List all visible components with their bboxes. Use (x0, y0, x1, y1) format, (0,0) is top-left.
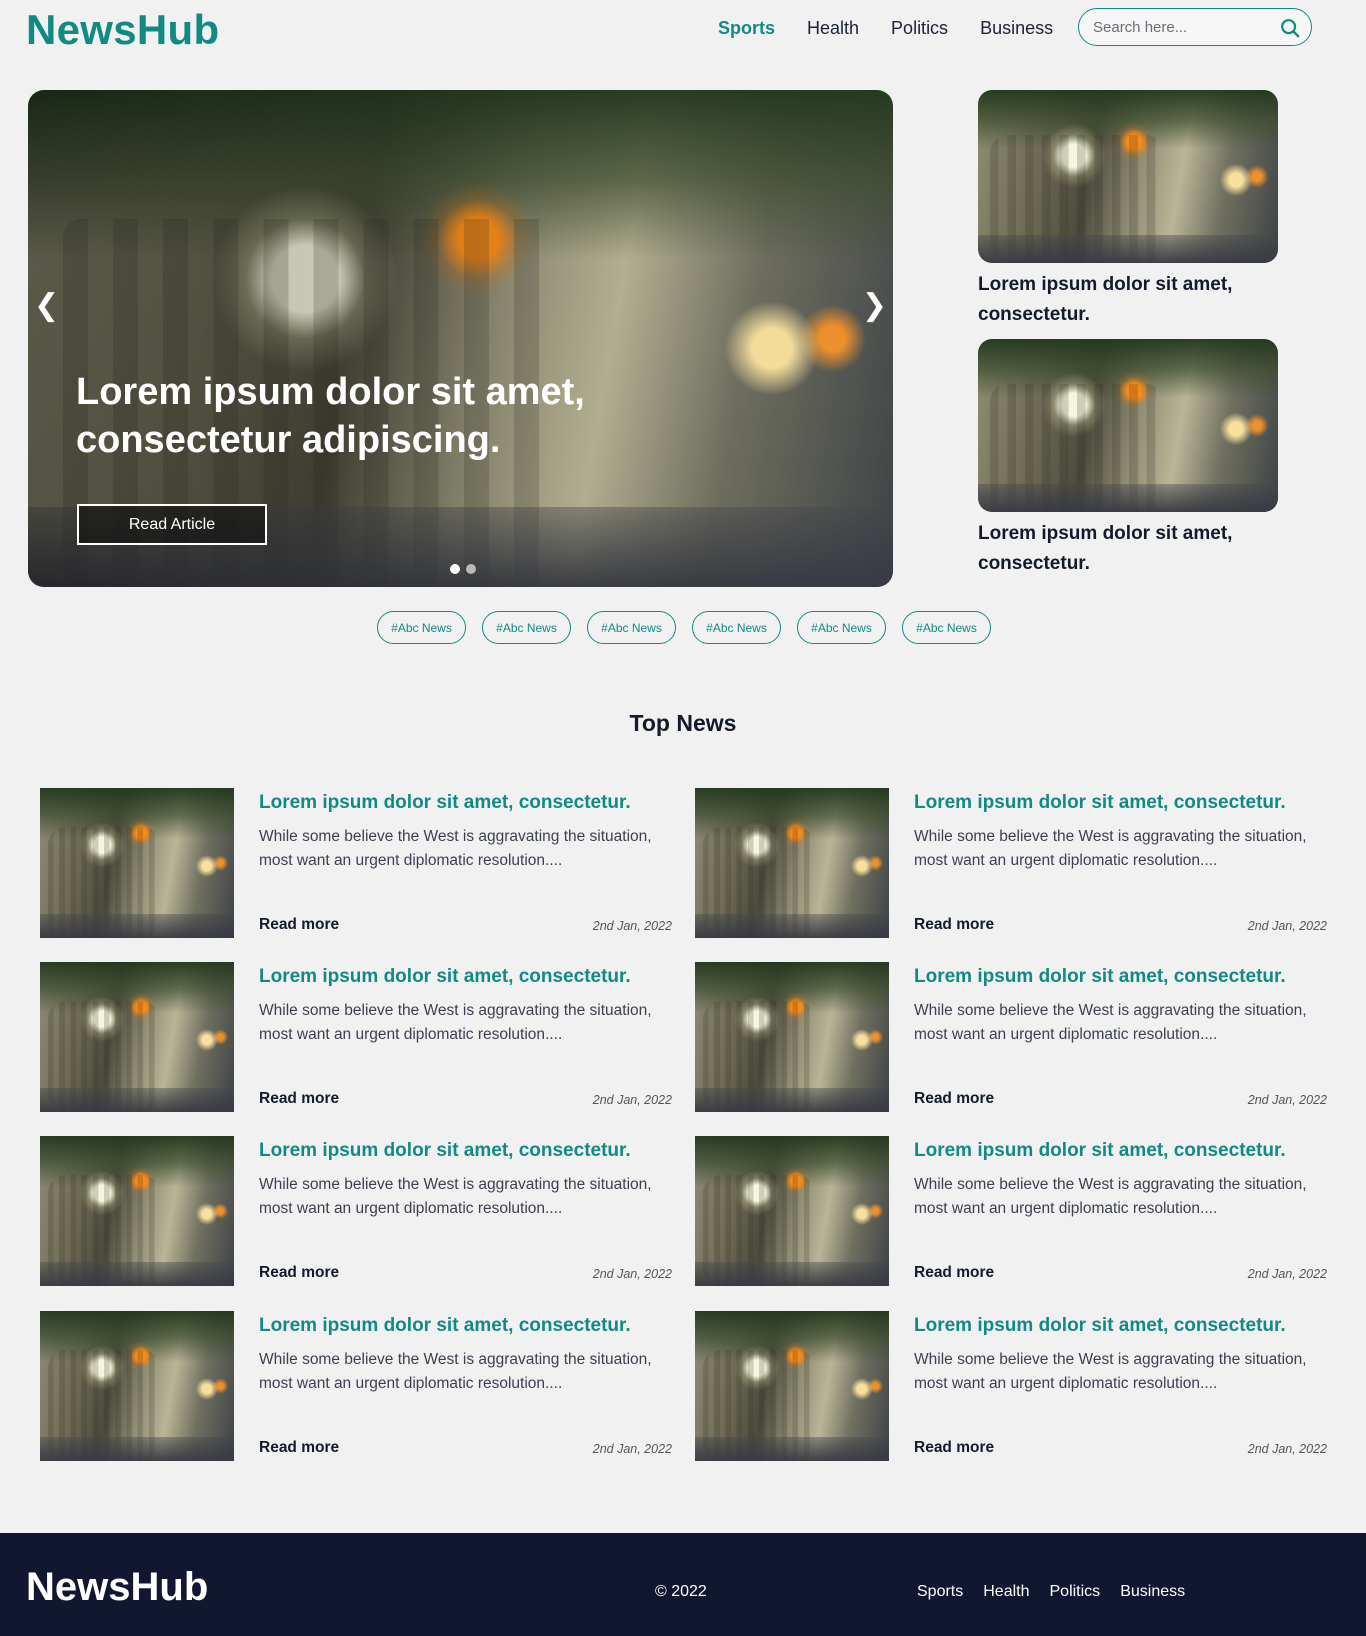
hero-carousel: ❮ ❯ Lorem ipsum dolor sit amet, consecte… (28, 90, 893, 587)
news-card: Lorem ipsum dolor sit amet, consectetur.… (40, 1136, 672, 1286)
news-card: Lorem ipsum dolor sit amet, consectetur.… (40, 962, 672, 1112)
carousel-prev-arrow[interactable]: ❮ (34, 288, 59, 323)
tag-chip[interactable]: #Abc News (797, 611, 886, 644)
news-title[interactable]: Lorem ipsum dolor sit amet, consectetur. (259, 1315, 679, 1337)
tag-chip[interactable]: #Abc News (692, 611, 781, 644)
side-article[interactable]: Lorem ipsum dolor sit amet, consectetur. (978, 90, 1278, 330)
footer-nav: Sports Health Politics Business (917, 1583, 1205, 1601)
news-description: While some believe the West is aggravati… (914, 1002, 1307, 1043)
side-article-image[interactable] (978, 339, 1278, 512)
carousel-dot-1[interactable] (450, 564, 460, 574)
tag-chip[interactable]: #Abc News (902, 611, 991, 644)
news-image[interactable] (695, 1136, 889, 1286)
news-card: Lorem ipsum dolor sit amet, consectetur.… (695, 788, 1327, 938)
site-logo[interactable]: NewsHub (26, 6, 219, 54)
footer-link-politics[interactable]: Politics (1050, 1583, 1101, 1601)
news-card: Lorem ipsum dolor sit amet, consectetur.… (695, 1311, 1327, 1461)
news-title[interactable]: Lorem ipsum dolor sit amet, consectetur. (259, 1140, 679, 1162)
search-box (1078, 8, 1312, 46)
news-title[interactable]: Lorem ipsum dolor sit amet, consectetur. (259, 792, 679, 814)
read-more-link[interactable]: Read more (259, 1264, 339, 1282)
news-image[interactable] (40, 962, 234, 1112)
news-title[interactable]: Lorem ipsum dolor sit amet, consectetur. (259, 966, 679, 988)
footer-link-business[interactable]: Business (1120, 1583, 1185, 1601)
side-article[interactable]: Lorem ipsum dolor sit amet, consectetur. (978, 339, 1278, 579)
read-more-link[interactable]: Read more (259, 916, 339, 934)
top-news-heading: Top News (629, 710, 737, 736)
tag-chip[interactable]: #Abc News (482, 611, 571, 644)
search-icon[interactable] (1279, 17, 1301, 39)
nav-item-politics[interactable]: Politics (891, 18, 948, 39)
side-article-title[interactable]: Lorem ipsum dolor sit amet, consectetur. (978, 519, 1278, 579)
news-description: While some believe the West is aggravati… (914, 1176, 1307, 1217)
news-image[interactable] (40, 788, 234, 938)
side-article-image[interactable] (978, 90, 1278, 263)
news-date: 2nd Jan, 2022 (1247, 1442, 1327, 1456)
news-date: 2nd Jan, 2022 (592, 1093, 672, 1107)
copyright-text: © 2022 (655, 1583, 707, 1600)
news-date: 2nd Jan, 2022 (1247, 1093, 1327, 1107)
side-article-title[interactable]: Lorem ipsum dolor sit amet, consectetur. (978, 270, 1278, 330)
footer-link-health[interactable]: Health (983, 1583, 1029, 1601)
news-image[interactable] (695, 1311, 889, 1461)
read-more-link[interactable]: Read more (914, 916, 994, 934)
tag-list: #Abc News #Abc News #Abc News #Abc News … (377, 611, 991, 644)
news-description: While some believe the West is aggravati… (914, 828, 1307, 869)
news-description: While some believe the West is aggravati… (914, 1351, 1307, 1392)
tag-chip[interactable]: #Abc News (377, 611, 466, 644)
news-date: 2nd Jan, 2022 (592, 919, 672, 933)
main-nav: Sports Health Politics Business (718, 18, 1085, 39)
carousel-next-arrow[interactable]: ❯ (862, 288, 887, 323)
read-article-button[interactable]: Read Article (77, 504, 267, 545)
news-image[interactable] (695, 788, 889, 938)
news-title[interactable]: Lorem ipsum dolor sit amet, consectetur. (914, 1315, 1334, 1337)
news-title[interactable]: Lorem ipsum dolor sit amet, consectetur. (914, 1140, 1334, 1162)
nav-item-health[interactable]: Health (807, 18, 859, 39)
news-date: 2nd Jan, 2022 (1247, 919, 1327, 933)
site-header: NewsHub Sports Health Politics Business (0, 0, 1366, 60)
site-footer: NewsHub © 2022 Sports Health Politics Bu… (0, 1533, 1366, 1636)
news-date: 2nd Jan, 2022 (592, 1267, 672, 1281)
nav-item-sports[interactable]: Sports (718, 18, 775, 39)
news-description: While some believe the West is aggravati… (259, 828, 652, 869)
footer-link-sports[interactable]: Sports (917, 1583, 963, 1601)
news-card: Lorem ipsum dolor sit amet, consectetur.… (695, 1136, 1327, 1286)
news-description: While some believe the West is aggravati… (259, 1176, 652, 1217)
news-title[interactable]: Lorem ipsum dolor sit amet, consectetur. (914, 966, 1334, 988)
search-input[interactable] (1093, 17, 1273, 37)
news-image[interactable] (40, 1311, 234, 1461)
read-more-link[interactable]: Read more (259, 1439, 339, 1457)
news-date: 2nd Jan, 2022 (1247, 1267, 1327, 1281)
news-card: Lorem ipsum dolor sit amet, consectetur.… (695, 962, 1327, 1112)
news-date: 2nd Jan, 2022 (592, 1442, 672, 1456)
nav-item-business[interactable]: Business (980, 18, 1053, 39)
read-more-link[interactable]: Read more (914, 1439, 994, 1457)
read-more-link[interactable]: Read more (914, 1090, 994, 1108)
read-more-link[interactable]: Read more (914, 1264, 994, 1282)
news-description: While some believe the West is aggravati… (259, 1351, 652, 1392)
news-image[interactable] (695, 962, 889, 1112)
tag-chip[interactable]: #Abc News (587, 611, 676, 644)
news-title[interactable]: Lorem ipsum dolor sit amet, consectetur. (914, 792, 1334, 814)
news-card: Lorem ipsum dolor sit amet, consectetur.… (40, 1311, 672, 1461)
read-more-link[interactable]: Read more (259, 1090, 339, 1108)
footer-logo[interactable]: NewsHub (26, 1565, 208, 1610)
carousel-dots (450, 564, 476, 574)
carousel-dot-2[interactable] (466, 564, 476, 574)
news-description: While some believe the West is aggravati… (259, 1002, 652, 1043)
news-image[interactable] (40, 1136, 234, 1286)
news-card: Lorem ipsum dolor sit amet, consectetur.… (40, 788, 672, 938)
hero-title: Lorem ipsum dolor sit amet, consectetur … (76, 371, 585, 461)
